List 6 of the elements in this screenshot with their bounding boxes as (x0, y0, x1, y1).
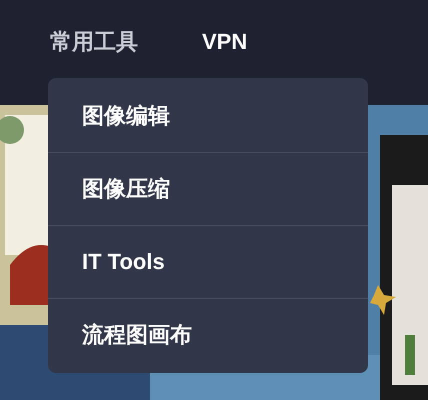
menu-item[interactable]: 图像压缩 (48, 153, 368, 225)
nav-link[interactable]: 常用工具 (50, 26, 138, 58)
menu-item[interactable]: 图像编辑 (48, 80, 368, 152)
menu-item[interactable]: 流程图画布 (48, 299, 368, 371)
nav-link[interactable]: VPN (202, 26, 248, 58)
menu-item[interactable]: IT Tools (48, 226, 368, 298)
